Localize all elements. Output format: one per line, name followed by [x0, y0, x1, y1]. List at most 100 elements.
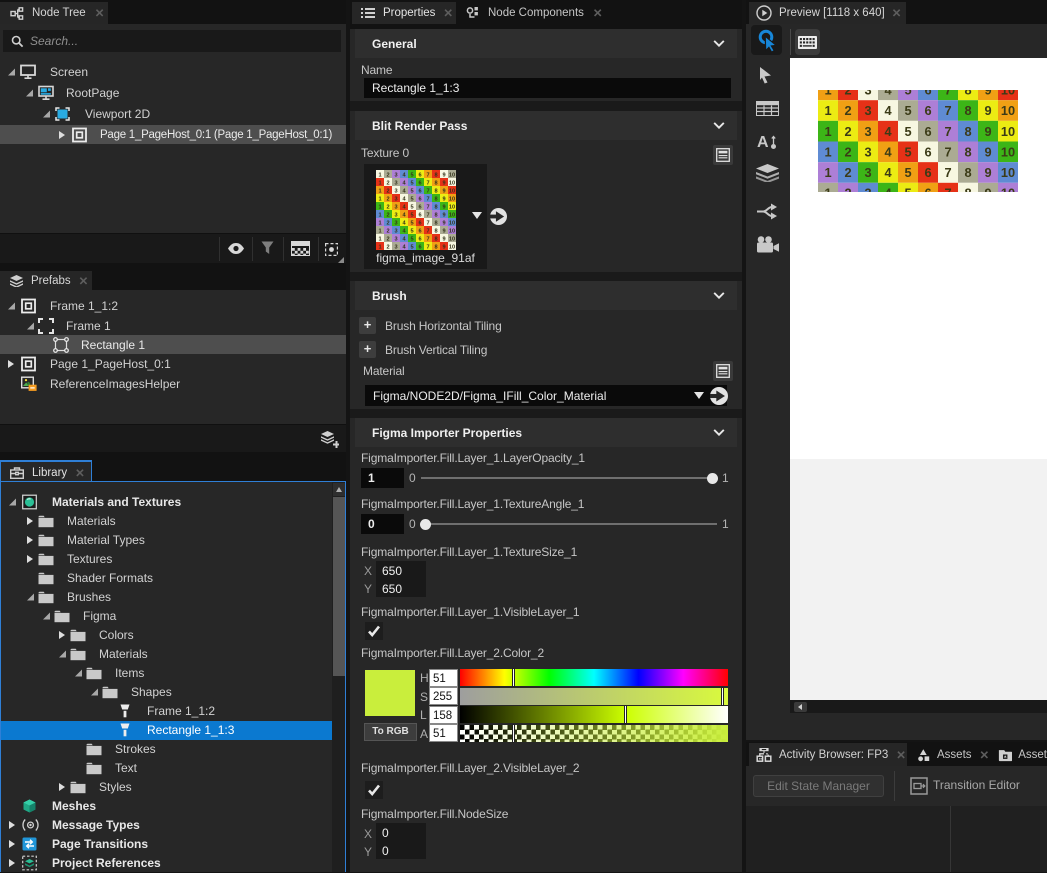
svg-text:10: 10: [449, 180, 455, 186]
svg-text:1: 1: [824, 103, 831, 118]
svg-text:5: 5: [410, 236, 413, 242]
svg-text:6: 6: [924, 90, 931, 97]
svg-text:1: 1: [378, 180, 381, 186]
svg-text:5: 5: [904, 103, 911, 118]
svg-text:7: 7: [426, 236, 429, 242]
svg-text:2: 2: [844, 90, 851, 97]
svg-text:8: 8: [434, 220, 437, 226]
svg-text:9: 9: [442, 212, 445, 218]
svg-text:10: 10: [449, 196, 455, 202]
svg-text:7: 7: [426, 180, 429, 186]
svg-text:7: 7: [426, 188, 429, 194]
svg-text:7: 7: [426, 204, 429, 210]
svg-text:7: 7: [426, 220, 429, 226]
svg-text:7: 7: [944, 124, 951, 139]
svg-text:5: 5: [410, 196, 413, 202]
svg-text:3: 3: [864, 165, 871, 180]
svg-text:10: 10: [1001, 124, 1015, 139]
svg-text:9: 9: [442, 196, 445, 202]
svg-text:3: 3: [864, 124, 871, 139]
svg-text:4: 4: [884, 186, 892, 192]
svg-text:7: 7: [426, 196, 429, 202]
svg-text:6: 6: [418, 220, 421, 226]
svg-text:4: 4: [884, 103, 892, 118]
svg-text:5: 5: [410, 220, 413, 226]
svg-text:10: 10: [449, 204, 455, 210]
svg-text:1: 1: [378, 196, 381, 202]
svg-text:2: 2: [386, 172, 389, 178]
svg-text:1: 1: [378, 204, 381, 210]
svg-text:8: 8: [434, 172, 437, 178]
svg-text:2: 2: [386, 188, 389, 194]
svg-text:7: 7: [944, 103, 951, 118]
svg-text:8: 8: [434, 244, 437, 250]
svg-text:5: 5: [410, 212, 413, 218]
svg-text:3: 3: [394, 180, 397, 186]
svg-text:8: 8: [434, 188, 437, 194]
svg-text:1: 1: [378, 228, 381, 234]
svg-text:6: 6: [924, 103, 931, 118]
svg-text:2: 2: [386, 212, 389, 218]
svg-text:2: 2: [386, 180, 389, 186]
svg-text:10: 10: [1001, 144, 1015, 159]
svg-text:A: A: [757, 134, 769, 151]
svg-text:6: 6: [418, 172, 421, 178]
svg-text:1: 1: [824, 186, 831, 192]
svg-text:2: 2: [386, 236, 389, 242]
svg-text:2: 2: [844, 165, 851, 180]
svg-text:6: 6: [924, 165, 931, 180]
svg-text:9: 9: [984, 165, 991, 180]
svg-text:3: 3: [394, 220, 397, 226]
svg-text:8: 8: [434, 204, 437, 210]
svg-text:5: 5: [410, 180, 413, 186]
svg-text:6: 6: [418, 204, 421, 210]
svg-text:3: 3: [864, 144, 871, 159]
svg-text:9: 9: [442, 228, 445, 234]
svg-text:9: 9: [442, 204, 445, 210]
svg-text:10: 10: [449, 220, 455, 226]
svg-text:3: 3: [394, 236, 397, 242]
svg-text:3: 3: [864, 90, 871, 97]
svg-text:6: 6: [418, 228, 421, 234]
svg-text:9: 9: [442, 244, 445, 250]
svg-text:3: 3: [864, 103, 871, 118]
svg-text:4: 4: [884, 124, 892, 139]
svg-text:7: 7: [426, 244, 429, 250]
svg-text:10: 10: [449, 188, 455, 194]
svg-text:8: 8: [434, 196, 437, 202]
svg-text:1: 1: [824, 90, 831, 97]
svg-text:1: 1: [378, 236, 381, 242]
svg-text:8: 8: [964, 124, 971, 139]
svg-text:3: 3: [394, 188, 397, 194]
svg-text:2: 2: [386, 244, 389, 250]
svg-text:7: 7: [944, 90, 951, 97]
svg-text:10: 10: [1001, 186, 1015, 192]
svg-text:9: 9: [984, 124, 991, 139]
svg-text:8: 8: [434, 212, 437, 218]
svg-text:10: 10: [449, 172, 455, 178]
svg-text:5: 5: [410, 228, 413, 234]
svg-text:6: 6: [418, 196, 421, 202]
svg-text:9: 9: [442, 188, 445, 194]
svg-text:7: 7: [426, 228, 429, 234]
svg-text:9: 9: [984, 90, 991, 97]
svg-text:9: 9: [442, 180, 445, 186]
svg-text:2: 2: [386, 228, 389, 234]
svg-text:1: 1: [824, 144, 831, 159]
svg-text:1: 1: [378, 212, 381, 218]
svg-text:1: 1: [378, 188, 381, 194]
svg-text:2: 2: [844, 144, 851, 159]
svg-text:6: 6: [924, 124, 931, 139]
svg-text:3: 3: [864, 186, 871, 192]
svg-text:3: 3: [394, 172, 397, 178]
svg-text:10: 10: [1001, 90, 1015, 97]
svg-text:1: 1: [378, 172, 381, 178]
svg-text:8: 8: [964, 165, 971, 180]
svg-text:6: 6: [924, 186, 931, 192]
svg-text:3: 3: [394, 196, 397, 202]
svg-text:7: 7: [944, 144, 951, 159]
svg-text:7: 7: [944, 186, 951, 192]
svg-text:6: 6: [418, 244, 421, 250]
svg-text:9: 9: [442, 220, 445, 226]
svg-text:7: 7: [944, 165, 951, 180]
